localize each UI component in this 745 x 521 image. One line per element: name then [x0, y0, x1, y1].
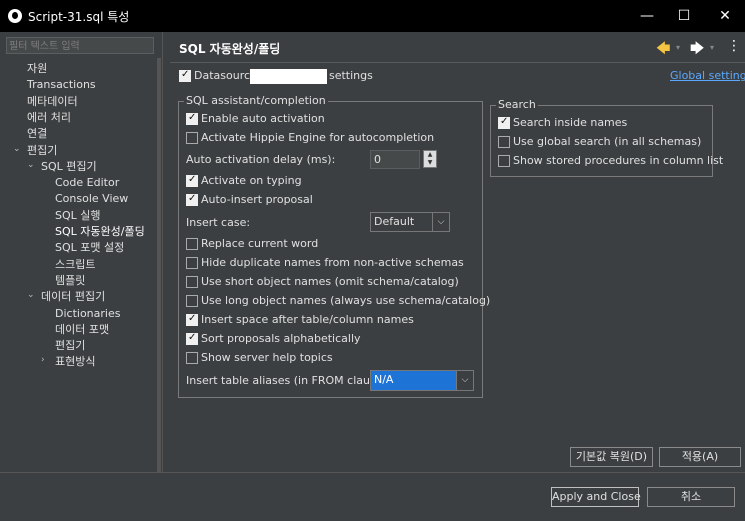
tree-item[interactable]: 스크립트 [55, 257, 95, 273]
chevron-down-icon: ⌵ [456, 371, 473, 390]
aliases-select[interactable]: N/A ⌵ [370, 370, 474, 391]
insert-case-select[interactable]: Default ⌵ [370, 212, 450, 232]
hippie-engine-checkbox[interactable] [186, 132, 198, 144]
filter-input[interactable]: 필터 텍스트 입력 [6, 37, 154, 54]
stored-procs-label: Show stored procedures in column list [513, 154, 724, 167]
settings-label: settings [329, 69, 373, 82]
tree-item[interactable]: SQL 자동완성/폴딩 [55, 224, 145, 240]
auto-insert-label: Auto-insert proposal [201, 193, 313, 206]
replace-word-checkbox[interactable] [186, 238, 198, 250]
short-names-label: Use short object names (omit schema/cata… [201, 275, 459, 288]
insert-space-label: Insert space after table/column names [201, 313, 414, 326]
tree-item[interactable]: 자원 [27, 61, 47, 77]
tree-item[interactable]: 표현방식 [55, 354, 95, 370]
server-help-label: Show server help topics [201, 351, 333, 364]
long-names-checkbox[interactable] [186, 295, 198, 307]
stored-procs-checkbox[interactable] [498, 155, 510, 167]
title-bar: Script-31.sql 특성 — ☐ ✕ [0, 0, 745, 32]
aliases-label: Insert table aliases (in FROM clause): [186, 374, 391, 387]
auto-insert-checkbox[interactable] [186, 193, 198, 206]
activate-on-typing-checkbox[interactable] [186, 174, 198, 187]
enable-auto-activation-checkbox[interactable] [186, 112, 198, 125]
tree-item[interactable]: Code Editor [55, 175, 119, 191]
chevron-down-icon[interactable]: ⌄ [13, 144, 23, 154]
tree-item[interactable]: SQL 편집기 [41, 159, 97, 175]
insert-case-value: Default [374, 215, 415, 228]
cancel-button[interactable]: 취소 [647, 487, 735, 507]
search-legend: Search [496, 98, 538, 111]
global-settings-link[interactable]: Global settings [670, 69, 745, 82]
minimize-button[interactable]: — [630, 4, 664, 28]
chevron-down-icon[interactable]: ⌄ [27, 160, 37, 170]
datasource-label: Datasource [194, 69, 257, 82]
server-help-checkbox[interactable] [186, 352, 198, 364]
sort-alpha-label: Sort proposals alphabetically [201, 332, 361, 345]
sort-alpha-checkbox[interactable] [186, 332, 198, 345]
global-search-label: Use global search (in all schemas) [513, 135, 702, 148]
sql-assistant-legend: SQL assistant/completion [184, 94, 328, 107]
hide-duplicates-checkbox[interactable] [186, 257, 198, 269]
apply-and-close-button[interactable]: Apply and Close [551, 487, 641, 507]
delay-label: Auto activation delay (ms): [186, 153, 336, 166]
hide-duplicates-label: Hide duplicate names from non-active sch… [201, 256, 464, 269]
tree-item[interactable]: Dictionaries [55, 306, 120, 322]
global-search-checkbox[interactable] [498, 136, 510, 148]
tree-item[interactable]: SQL 실행 [55, 208, 101, 224]
insert-space-checkbox[interactable] [186, 313, 198, 326]
tree-item[interactable]: 연결 [27, 126, 47, 142]
short-names-checkbox[interactable] [186, 276, 198, 288]
chevron-right-icon[interactable]: › [41, 355, 51, 365]
more-menu-icon[interactable]: ⋮ [727, 38, 741, 54]
maximize-button[interactable]: ☐ [667, 4, 701, 28]
hippie-engine-label: Activate Hippie Engine for autocompletio… [201, 131, 435, 144]
replace-word-label: Replace current word [201, 237, 319, 250]
back-menu-chevron-icon[interactable]: ▾ [676, 43, 680, 52]
search-inside-names-label: Search inside names [513, 116, 628, 129]
forward-menu-chevron-icon[interactable]: ▾ [710, 43, 714, 52]
search-inside-names-checkbox[interactable] [498, 116, 510, 129]
chevron-down-icon[interactable]: ⌄ [27, 290, 37, 300]
header-divider [170, 62, 745, 63]
tree-item[interactable]: 템플릿 [55, 273, 85, 289]
restore-defaults-button[interactable]: 기본값 복원(D) [570, 447, 653, 467]
tree-item[interactable]: Transactions [27, 77, 96, 93]
tree-item[interactable]: 데이터 포맷 [55, 322, 109, 338]
tree-item[interactable]: SQL 포맷 설정 [55, 240, 124, 256]
delay-spinner[interactable]: ▲ ▼ [423, 150, 437, 168]
chevron-down-icon: ⌵ [432, 213, 449, 231]
page-title: SQL 자동완성/폴딩 [179, 42, 281, 56]
long-names-label: Use long object names (always use schema… [201, 294, 491, 307]
window-title: Script-31.sql 특성 [28, 10, 130, 24]
datasource-name-field [250, 69, 327, 84]
tree-scrollbar[interactable] [157, 58, 161, 472]
tree-item[interactable]: Console View [55, 191, 128, 207]
tree-item[interactable]: 데이터 편집기 [41, 289, 105, 305]
tree-item[interactable]: 에러 처리 [27, 110, 71, 126]
tree-item[interactable]: 편집기 [55, 338, 85, 354]
dbeaver-app-icon [8, 9, 22, 23]
datasource-settings-checkbox[interactable] [179, 69, 191, 82]
aliases-value: N/A [374, 373, 394, 386]
apply-button[interactable]: 적용(A) [659, 447, 741, 467]
close-button[interactable]: ✕ [708, 4, 742, 28]
tree-item[interactable]: 편집기 [27, 143, 57, 159]
forward-arrow-icon[interactable]: 🡆 [690, 38, 704, 62]
insert-case-label: Insert case: [186, 216, 251, 229]
tree-item[interactable]: 메타데이터 [27, 94, 78, 110]
activate-on-typing-label: Activate on typing [201, 174, 302, 187]
back-arrow-icon[interactable]: 🡄 [656, 38, 670, 62]
enable-auto-activation-label: Enable auto activation [201, 112, 325, 125]
delay-input[interactable]: 0 [370, 150, 420, 169]
